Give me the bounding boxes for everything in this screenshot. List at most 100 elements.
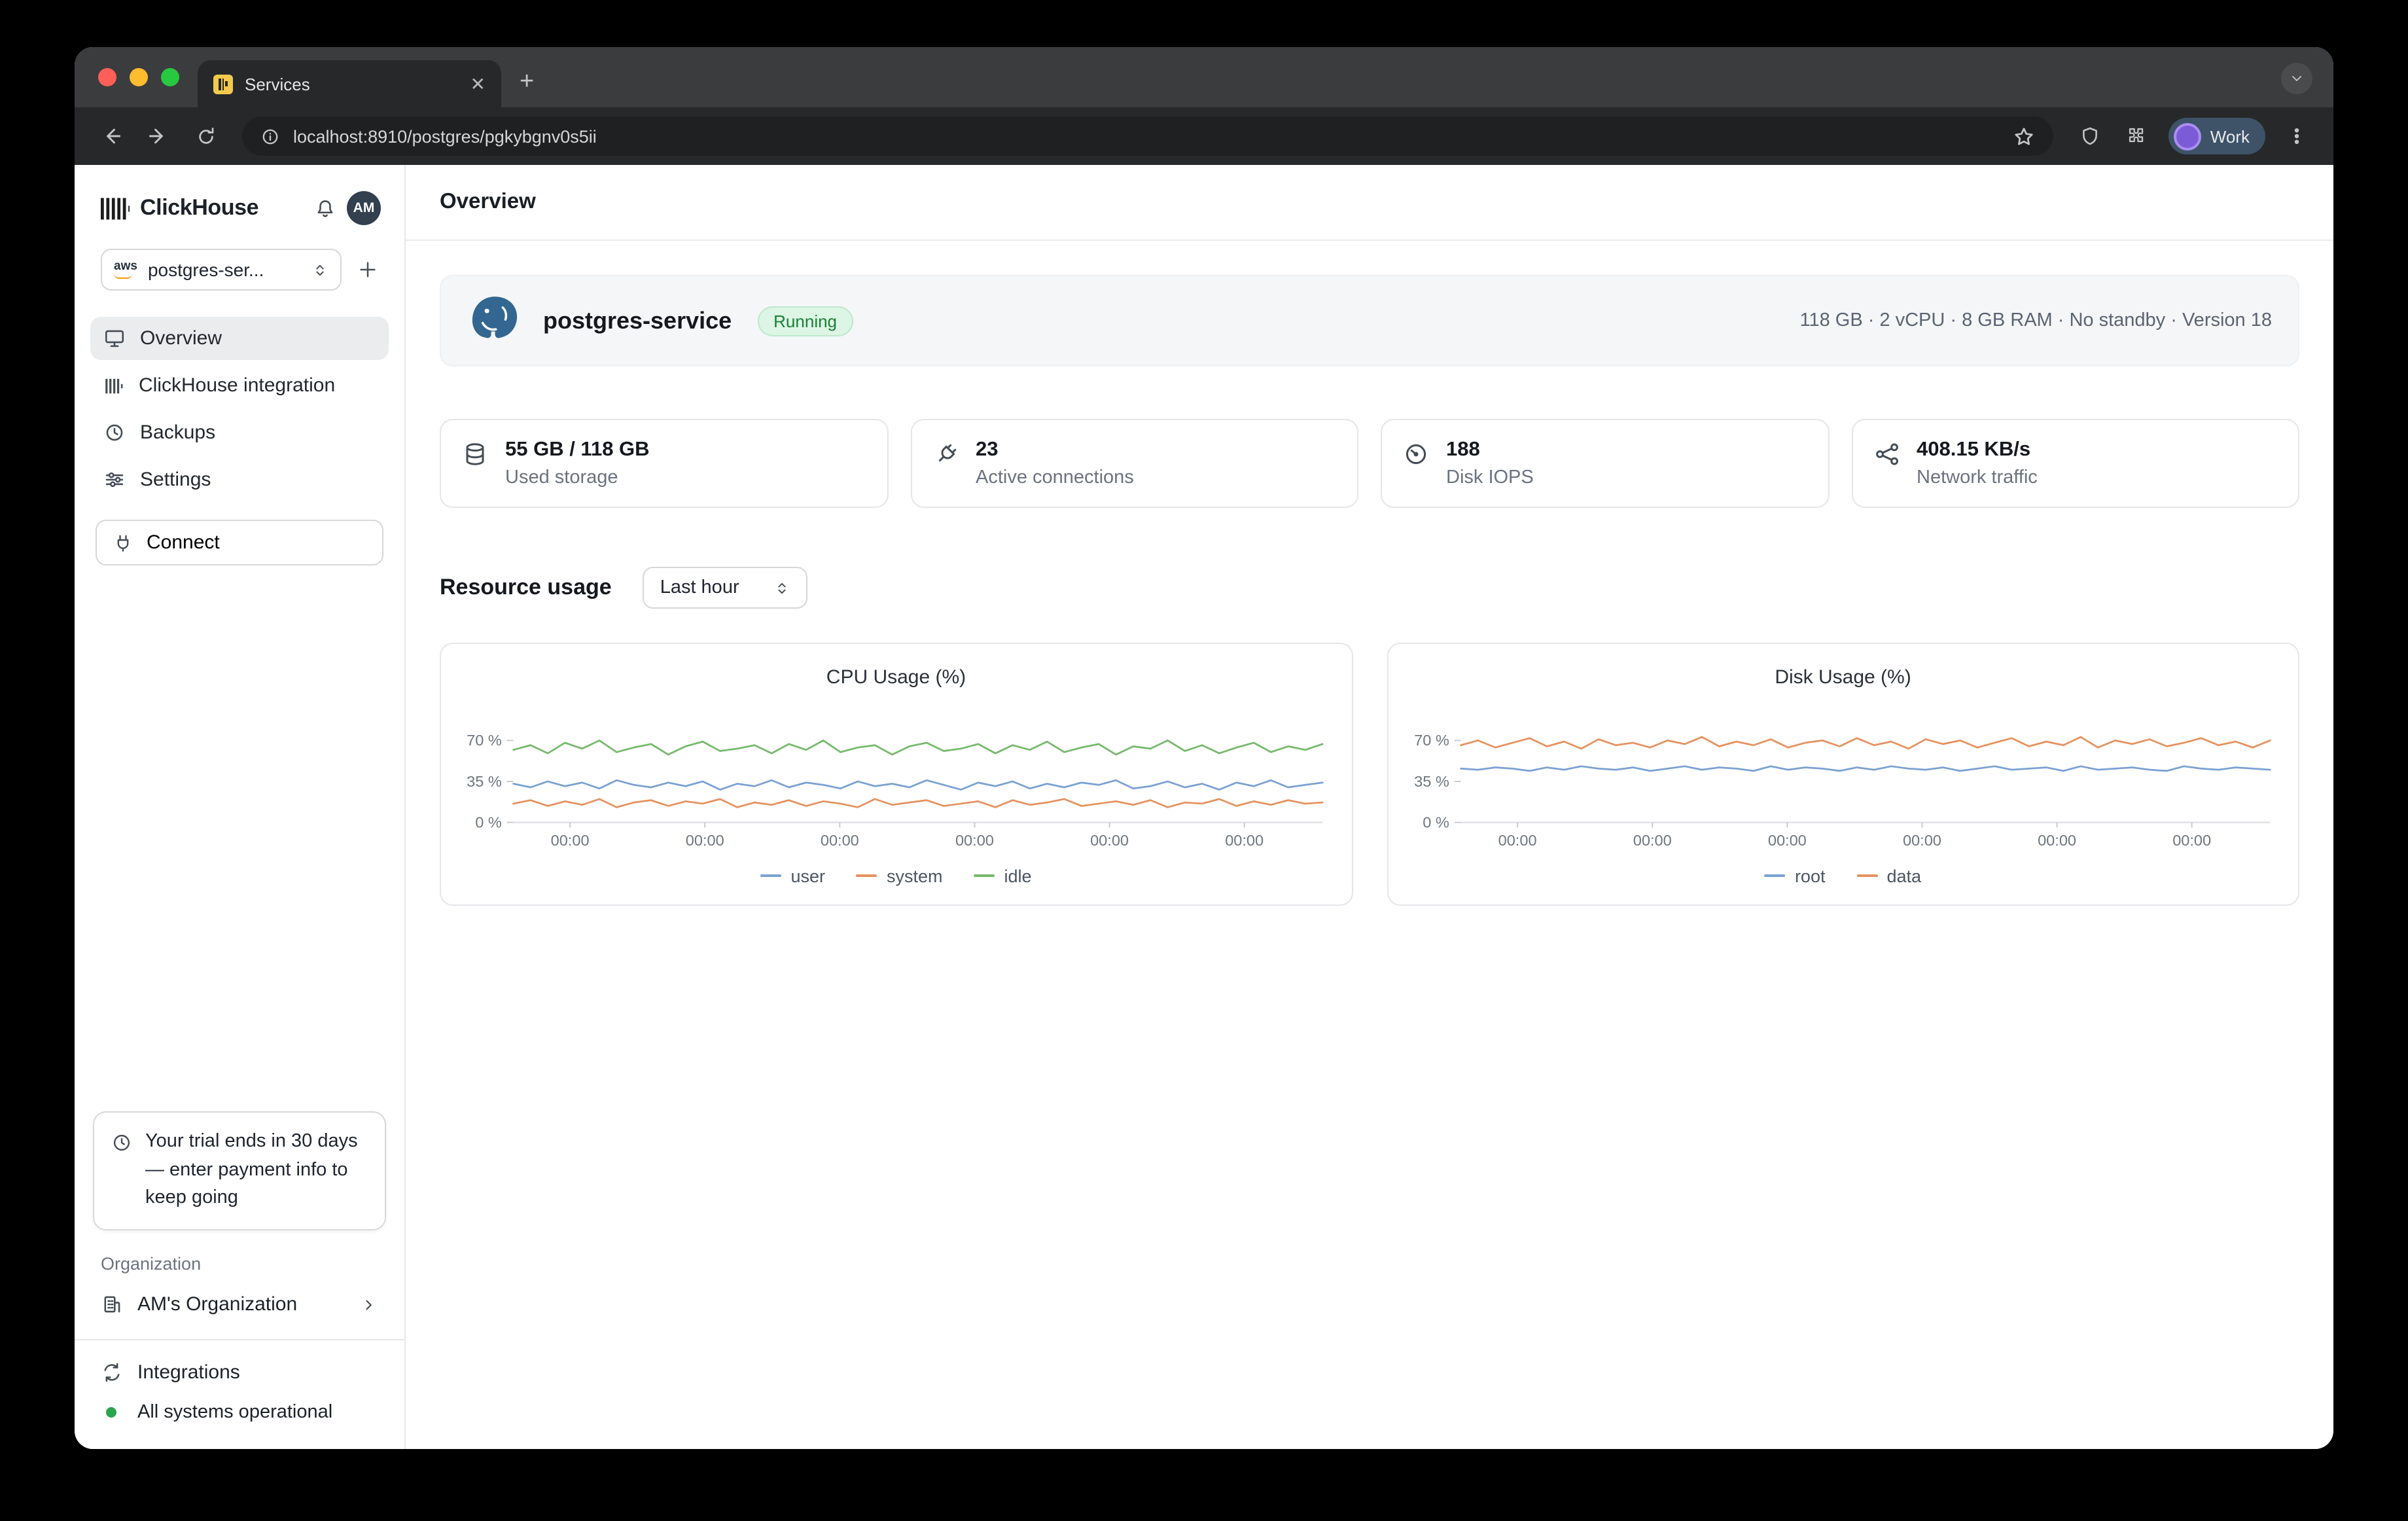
legend-swatch (857, 875, 877, 878)
gauge-icon (1403, 441, 1429, 467)
svg-text:00:00: 00:00 (551, 832, 590, 849)
tab-close-icon[interactable]: ✕ (470, 75, 486, 93)
notifications-bell-icon[interactable] (314, 197, 336, 219)
database-icon (462, 441, 488, 467)
close-window-button[interactable] (98, 68, 116, 86)
svg-text:00:00: 00:00 (686, 832, 724, 849)
plug-icon (113, 532, 133, 553)
browser-titlebar: Services ✕ + (75, 47, 2333, 107)
svg-text:0 %: 0 % (1422, 814, 1449, 831)
add-service-button[interactable] (357, 259, 378, 280)
stat-value: 188 (1446, 438, 1534, 462)
svg-text:00:00: 00:00 (1090, 832, 1129, 849)
legend-item: idle (974, 867, 1032, 886)
profile-avatar (2174, 122, 2201, 150)
select-updown-icon (773, 579, 790, 596)
chart-title: Disk Usage (%) (1406, 666, 2280, 689)
trial-clock-icon (111, 1132, 132, 1153)
shield-icon (2080, 126, 2100, 147)
shield-extension-button[interactable] (2072, 118, 2108, 154)
service-hero-card: postgres-service Running 118 GB · 2 vCPU… (440, 275, 2299, 367)
trial-notice-text: Your trial ends in 30 days — enter payme… (145, 1128, 368, 1214)
page-title: Overview (406, 165, 2333, 241)
sidebar-item-overview[interactable]: Overview (90, 317, 389, 360)
svg-text:00:00: 00:00 (955, 832, 994, 849)
stat-card-active-connections: 23 Active connections (910, 419, 1358, 508)
chart-legend: root data (1406, 867, 2280, 886)
sidebar-item-label: Overview (140, 327, 222, 349)
extensions-button[interactable] (2119, 118, 2155, 154)
tab-services[interactable]: Services ✕ (198, 60, 501, 107)
connect-button[interactable]: Connect (96, 520, 383, 565)
legend-swatch (760, 875, 781, 878)
svg-text:00:00: 00:00 (1498, 832, 1536, 849)
back-button[interactable] (93, 118, 130, 154)
service-selector[interactable]: aws postgres-ser... (101, 249, 342, 291)
svg-text:70 %: 70 % (467, 732, 502, 749)
sidebar-nav: Overview ClickHouse integration Backups … (75, 304, 404, 509)
browser-toolbar: localhost:8910/postgres/pgkybgnv0s5ii Wo… (75, 107, 2333, 165)
svg-text:00:00: 00:00 (2037, 832, 2076, 849)
time-range-select[interactable]: Last hour (643, 567, 807, 609)
brand-name: ClickHouse (140, 195, 258, 221)
forward-button[interactable] (140, 118, 177, 154)
cpu-usage-chart: 0 %35 %70 %00:0000:0000:0000:0000:0000:0… (459, 704, 1333, 851)
backup-clock-icon (103, 421, 126, 444)
profile-name: Work (2210, 126, 2250, 146)
minimize-window-button[interactable] (130, 68, 148, 86)
sidebar-item-settings[interactable]: Settings (90, 458, 389, 501)
sidebar-item-label: Backups (140, 421, 215, 444)
sidebar-item-clickhouse-integration[interactable]: ClickHouse integration (90, 364, 389, 407)
legend-swatch (974, 875, 995, 878)
time-range-value: Last hour (660, 577, 739, 598)
integrations-sync-icon (101, 1361, 123, 1384)
address-bar[interactable]: localhost:8910/postgres/pgkybgnv0s5ii (242, 116, 2053, 156)
url-text: localhost:8910/postgres/pgkybgnv0s5ii (293, 126, 2000, 146)
integrations-label: Integrations (137, 1361, 240, 1384)
forward-icon (147, 124, 170, 148)
status-dot-icon (106, 1407, 116, 1418)
sidebar-item-label: ClickHouse integration (139, 374, 335, 397)
service-specs: 118 GB · 2 vCPU · 8 GB RAM · No standby … (1799, 310, 2272, 331)
stat-label: Active connections (976, 467, 1134, 488)
organization-section: Organization AM's Organization (75, 1254, 404, 1339)
legend-item: root (1765, 867, 1826, 886)
user-avatar[interactable]: AM (347, 191, 381, 225)
stat-card-network-traffic: 408.15 KB/s Network traffic (1851, 419, 2299, 508)
chart-legend: user system idle (459, 867, 1333, 886)
tab-search-button[interactable] (2281, 63, 2312, 94)
svg-text:0 %: 0 % (475, 814, 502, 831)
building-icon (101, 1293, 123, 1315)
chevron-right-icon (360, 1295, 378, 1314)
connect-button-label: Connect (147, 531, 220, 554)
clickhouse-logo[interactable] (101, 196, 130, 221)
browser-menu-button[interactable] (2278, 118, 2315, 154)
system-status-link[interactable]: All systems operational (101, 1402, 378, 1423)
bookmark-star-icon[interactable] (2013, 125, 2035, 147)
legend-swatch (1856, 875, 1877, 878)
plus-icon (357, 259, 378, 280)
service-selector-value: postgres-ser... (148, 259, 301, 280)
tab-title: Services (245, 74, 459, 94)
profile-button[interactable]: Work (2169, 118, 2265, 154)
service-name: postgres-service (543, 307, 732, 334)
sidebar-item-backups[interactable]: Backups (90, 411, 389, 454)
integrations-link[interactable]: Integrations (101, 1361, 378, 1384)
overview-content: postgres-service Running 118 GB · 2 vCPU… (406, 241, 2333, 1449)
legend-item: system (857, 867, 943, 886)
chevron-down-icon (2289, 71, 2305, 86)
new-tab-button[interactable]: + (520, 68, 534, 97)
trial-notice: Your trial ends in 30 days — enter payme… (93, 1111, 386, 1231)
back-icon (99, 124, 123, 148)
chart-title: CPU Usage (%) (459, 666, 1333, 689)
zoom-window-button[interactable] (161, 68, 179, 86)
clickhouse-favicon (213, 74, 233, 94)
status-text: All systems operational (137, 1402, 332, 1423)
legend-item: user (760, 867, 825, 886)
legend-item: data (1856, 867, 1921, 886)
stat-value: 408.15 KB/s (1917, 438, 2038, 462)
organization-row[interactable]: AM's Organization (101, 1293, 378, 1315)
reload-button[interactable] (187, 118, 224, 154)
svg-text:00:00: 00:00 (1767, 832, 1806, 849)
connections-icon (932, 441, 959, 467)
